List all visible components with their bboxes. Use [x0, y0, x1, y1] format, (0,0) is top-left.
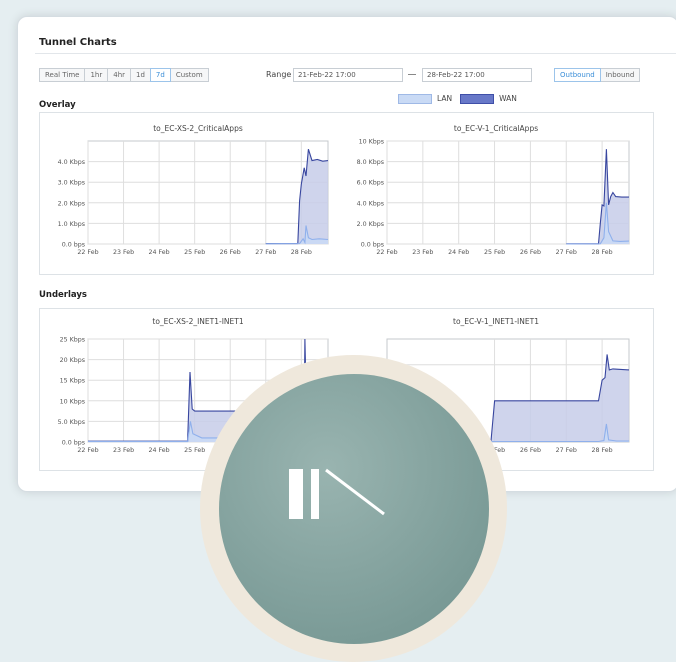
- floating-overlay-circle[interactable]: [219, 374, 489, 644]
- y-tick-label: 5.0 Kbps: [58, 419, 85, 426]
- x-tick-label: 22 Feb: [376, 249, 397, 256]
- pause-arrow-icon: [289, 468, 385, 519]
- y-tick-label: 10 Kbps: [359, 139, 384, 146]
- y-tick-label: 0.0 bps: [62, 242, 85, 249]
- x-tick-label: 24 Feb: [149, 447, 170, 454]
- x-tick-label: 28 Feb: [291, 249, 312, 256]
- x-tick-label: 22 Feb: [77, 249, 98, 256]
- y-tick-label: 0.0 bps: [62, 440, 85, 447]
- y-tick-label: 1.0 Kbps: [58, 221, 85, 228]
- x-tick-label: 25 Feb: [484, 249, 505, 256]
- x-tick-label: 22 Feb: [77, 447, 98, 454]
- y-tick-label: 3.0 Kbps: [58, 180, 85, 187]
- x-tick-label: 26 Feb: [520, 249, 541, 256]
- x-tick-label: 27 Feb: [556, 249, 577, 256]
- y-tick-label: 25 Kbps: [60, 337, 85, 344]
- y-tick-label: 4.0 Kbps: [357, 200, 384, 207]
- x-tick-label: 27 Feb: [255, 249, 276, 256]
- x-tick-label: 25 Feb: [184, 249, 205, 256]
- x-tick-label: 28 Feb: [592, 447, 613, 454]
- time-button-7d[interactable]: 7d: [149, 68, 171, 82]
- x-tick-label: 23 Feb: [113, 249, 134, 256]
- y-tick-label: 20 Kbps: [60, 357, 85, 364]
- y-tick-label: 6.0 Kbps: [357, 180, 384, 187]
- x-tick-label: 28 Feb: [592, 249, 613, 256]
- y-tick-label: 4.0 Kbps: [58, 159, 85, 166]
- chart-xs2-critical: 4.0 Kbps3.0 Kbps2.0 Kbps1.0 Kbps0.0 bps2…: [58, 140, 329, 256]
- y-tick-label: 2.0 Kbps: [357, 221, 384, 228]
- y-tick-label: 15 Kbps: [60, 378, 85, 385]
- x-tick-label: 27 Feb: [556, 447, 577, 454]
- x-tick-label: 25 Feb: [184, 447, 205, 454]
- x-tick-label: 23 Feb: [412, 249, 433, 256]
- x-tick-label: 26 Feb: [220, 249, 241, 256]
- x-tick-label: 26 Feb: [520, 447, 541, 454]
- y-tick-label: 10 Kbps: [60, 398, 85, 405]
- x-tick-label: 24 Feb: [149, 249, 170, 256]
- x-tick-label: 24 Feb: [448, 249, 469, 256]
- outbound-button[interactable]: Outbound: [554, 68, 601, 82]
- y-tick-label: 2.0 Kbps: [58, 200, 85, 207]
- x-tick-label: 23 Feb: [113, 447, 134, 454]
- y-tick-label: 0.0 bps: [361, 242, 384, 249]
- y-tick-label: 8.0 Kbps: [357, 159, 384, 166]
- chart-v1-critical: 10 Kbps 8.0 Kbps 6.0 Kbps 4.0 Kbps 2.0 Kbps 0…: [357, 139, 630, 256]
